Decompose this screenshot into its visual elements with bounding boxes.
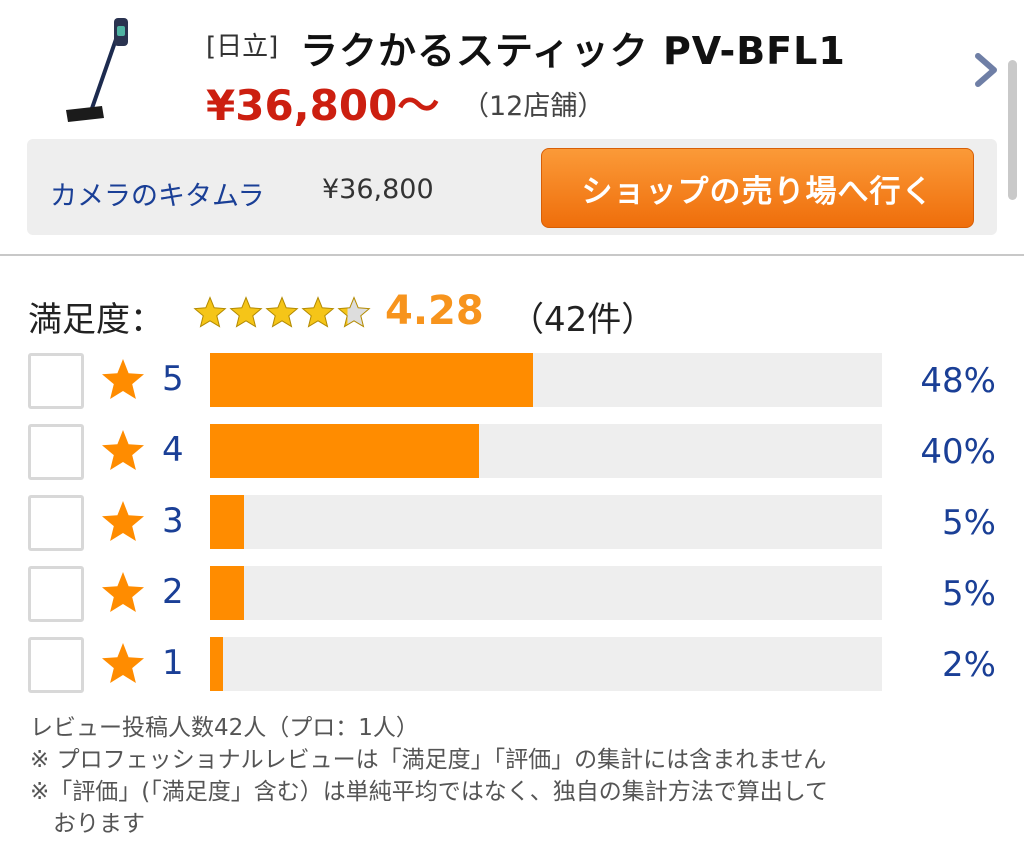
- star-level: 5: [162, 359, 184, 399]
- satisfaction-label: 満足度：: [28, 300, 164, 340]
- rating-bar-fill: [210, 353, 533, 407]
- rating-bar: [210, 495, 882, 549]
- product-title[interactable]: ラクかるスティック PV-BFL1: [300, 20, 846, 75]
- star-icon: [102, 643, 144, 683]
- filter-checkbox-2[interactable]: [28, 566, 84, 622]
- shop-name-link[interactable]: カメラのキタムラ: [50, 174, 265, 213]
- rating-percent: 2%: [942, 645, 996, 685]
- star-level: 1: [162, 643, 184, 683]
- star-icon: [102, 501, 144, 541]
- rating-bar: [210, 637, 882, 691]
- star-level: 2: [162, 572, 184, 612]
- filter-checkbox-5[interactable]: [28, 353, 84, 409]
- rating-score: 4.28: [385, 288, 484, 334]
- product-image[interactable]: [62, 14, 140, 126]
- rating-row-4: 4 40%: [0, 424, 1024, 480]
- rating-row-1: 1 2%: [0, 637, 1024, 693]
- pro-review-note: ※ プロフェッショナルレビューは「満足度」「評価」の集計には含まれません: [30, 747, 827, 773]
- rating-bar: [210, 566, 882, 620]
- rating-percent: 48%: [920, 361, 996, 401]
- star-level: 3: [162, 501, 184, 541]
- shop-count: （12店舗）: [462, 91, 605, 122]
- filter-checkbox-3[interactable]: [28, 495, 84, 551]
- rating-method-note-cont: おります: [30, 811, 145, 837]
- star-icon: [102, 430, 144, 470]
- star-icon: [102, 572, 144, 612]
- filter-checkbox-4[interactable]: [28, 424, 84, 480]
- rating-bar: [210, 353, 882, 407]
- review-count: （42件）: [510, 300, 656, 340]
- chevron-right-icon[interactable]: [970, 50, 1004, 90]
- rating-row-2: 2 5%: [0, 566, 1024, 622]
- product-price: ¥36,800〜: [206, 81, 440, 130]
- star-icon: [102, 359, 144, 399]
- rating-row-3: 3 5%: [0, 495, 1024, 551]
- rating-row-5: 5 48%: [0, 353, 1024, 409]
- product-maker: [日立]: [206, 32, 279, 62]
- rating-percent: 40%: [920, 432, 996, 472]
- rating-percent: 5%: [942, 503, 996, 543]
- star-level: 4: [162, 430, 184, 470]
- rating-bar-fill: [210, 566, 244, 620]
- rating-stars: [194, 297, 370, 328]
- rating-percent: 5%: [942, 574, 996, 614]
- shop-price: ¥36,800: [322, 174, 434, 205]
- rating-bar-fill: [210, 637, 224, 691]
- go-to-shop-button[interactable]: ショップの売り場へ行く: [541, 148, 974, 228]
- rating-bar: [210, 424, 882, 478]
- scrollbar[interactable]: [1008, 60, 1017, 200]
- rating-bar-fill: [210, 495, 244, 549]
- rating-method-note: ※「評価」(「満足度」含む）は単純平均ではなく、独自の集計方法で算出して: [30, 779, 829, 805]
- rating-bar-fill: [210, 424, 479, 478]
- review-stats-note: レビュー投稿人数42人（プロ：1人）: [30, 715, 419, 741]
- divider: [0, 254, 1024, 256]
- filter-checkbox-1[interactable]: [28, 637, 84, 693]
